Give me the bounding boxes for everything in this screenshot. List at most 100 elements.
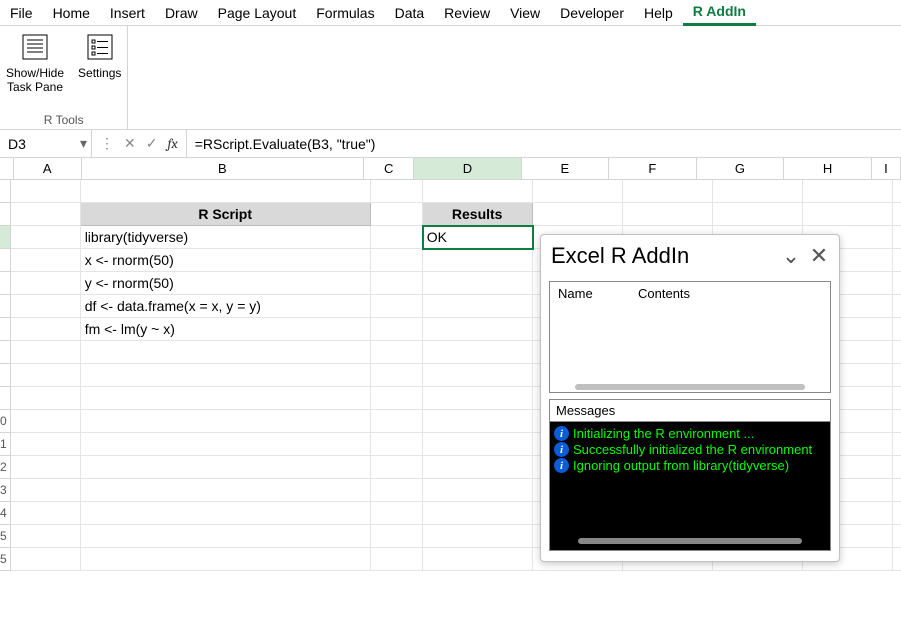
messages-list[interactable]: i Initializing the R environment ... i S… — [550, 422, 830, 550]
cell-C12[interactable] — [371, 433, 423, 456]
cell-B4[interactable]: x <- rnorm(50) — [81, 249, 371, 272]
cell-I3[interactable] — [893, 226, 901, 249]
row-header-9[interactable] — [0, 364, 11, 387]
environment-body[interactable] — [550, 305, 830, 382]
col-header-E[interactable]: E — [522, 158, 610, 180]
cell-A9[interactable] — [11, 364, 81, 387]
cell-D11[interactable] — [423, 410, 533, 433]
dots-icon[interactable]: ⋮ — [100, 135, 114, 152]
tab-help[interactable]: Help — [634, 1, 683, 25]
cell-A13[interactable] — [11, 456, 81, 479]
cell-A6[interactable] — [11, 295, 81, 318]
cell-D9[interactable] — [423, 364, 533, 387]
cell-C11[interactable] — [371, 410, 423, 433]
cell-I9[interactable] — [893, 364, 901, 387]
col-header-A[interactable]: A — [14, 158, 82, 180]
tab-view[interactable]: View — [500, 1, 550, 25]
cell-B5[interactable]: y <- rnorm(50) — [81, 272, 371, 295]
show-hide-task-pane-button[interactable]: Show/Hide Task Pane — [6, 30, 64, 111]
cell-A10[interactable] — [11, 387, 81, 410]
cell-F2[interactable] — [623, 203, 713, 226]
cell-B13[interactable] — [81, 456, 371, 479]
cell-B7[interactable]: fm <- lm(y ~ x) — [81, 318, 371, 341]
cell-A15[interactable] — [11, 502, 81, 525]
tab-insert[interactable]: Insert — [100, 1, 155, 25]
tab-data[interactable]: Data — [385, 1, 435, 25]
col-header-I[interactable]: I — [872, 158, 901, 180]
messages-scrollbar[interactable] — [554, 536, 826, 546]
cell-D15[interactable] — [423, 502, 533, 525]
cell-C7[interactable] — [371, 318, 423, 341]
cell-G1[interactable] — [713, 180, 803, 203]
cell-D10[interactable] — [423, 387, 533, 410]
cell-D6[interactable] — [423, 295, 533, 318]
cell-D5[interactable] — [423, 272, 533, 295]
cell-A3[interactable] — [11, 226, 81, 249]
cell-B15[interactable] — [81, 502, 371, 525]
cell-A7[interactable] — [11, 318, 81, 341]
tab-file[interactable]: File — [6, 1, 43, 25]
cell-B8[interactable] — [81, 341, 371, 364]
col-header-F[interactable]: F — [609, 158, 697, 180]
commit-icon[interactable]: ✓ — [146, 135, 158, 152]
cell-A5[interactable] — [11, 272, 81, 295]
col-header-C[interactable]: C — [364, 158, 415, 180]
cancel-icon[interactable]: ✕ — [124, 135, 136, 152]
cell-I15[interactable] — [893, 502, 901, 525]
row-header-10[interactable] — [0, 387, 11, 410]
cell-C4[interactable] — [371, 249, 423, 272]
cell-C1[interactable] — [371, 180, 423, 203]
cell-I13[interactable] — [893, 456, 901, 479]
cell-D1[interactable] — [423, 180, 533, 203]
cell-A2[interactable] — [11, 203, 81, 226]
cell-D12[interactable] — [423, 433, 533, 456]
cell-H1[interactable] — [803, 180, 893, 203]
cell-B16[interactable] — [81, 525, 371, 548]
tab-home[interactable]: Home — [43, 1, 100, 25]
row-header-11[interactable]: 0 — [0, 410, 11, 433]
settings-button[interactable]: Settings — [78, 30, 121, 111]
cell-I5[interactable] — [893, 272, 901, 295]
cell-A12[interactable] — [11, 433, 81, 456]
col-header-D[interactable]: D — [414, 158, 521, 180]
cell-C15[interactable] — [371, 502, 423, 525]
cell-D13[interactable] — [423, 456, 533, 479]
cell-H2[interactable] — [803, 203, 893, 226]
formula-input[interactable] — [187, 130, 901, 157]
cell-D8[interactable] — [423, 341, 533, 364]
cell-A16[interactable] — [11, 525, 81, 548]
tab-formulas[interactable]: Formulas — [306, 1, 384, 25]
scrollbar-thumb-icon[interactable] — [578, 538, 801, 544]
cell-C2[interactable] — [371, 203, 423, 226]
cell-I11[interactable] — [893, 410, 901, 433]
tab-draw[interactable]: Draw — [155, 1, 208, 25]
chevron-down-icon[interactable]: ⌄ — [781, 243, 801, 269]
cell-D17[interactable] — [423, 548, 533, 571]
fx-icon[interactable]: fx — [167, 135, 177, 152]
cell-D4[interactable] — [423, 249, 533, 272]
cell-A8[interactable] — [11, 341, 81, 364]
cell-G2[interactable] — [713, 203, 803, 226]
cell-I8[interactable] — [893, 341, 901, 364]
cell-I16[interactable] — [893, 525, 901, 548]
row-header-7[interactable] — [0, 318, 11, 341]
cell-B1[interactable] — [81, 180, 371, 203]
row-header-14[interactable]: 3 — [0, 479, 11, 502]
row-header-1[interactable] — [0, 180, 11, 203]
cell-B14[interactable] — [81, 479, 371, 502]
cell-D7[interactable] — [423, 318, 533, 341]
cell-C13[interactable] — [371, 456, 423, 479]
cell-B9[interactable] — [81, 364, 371, 387]
tab-review[interactable]: Review — [434, 1, 500, 25]
cell-C14[interactable] — [371, 479, 423, 502]
cell-C9[interactable] — [371, 364, 423, 387]
cell-C8[interactable] — [371, 341, 423, 364]
cell-D16[interactable] — [423, 525, 533, 548]
cell-I17[interactable] — [893, 548, 901, 571]
cell-B2[interactable]: R Script — [81, 203, 371, 226]
row-header-8[interactable] — [0, 341, 11, 364]
cell-C16[interactable] — [371, 525, 423, 548]
cell-A4[interactable] — [11, 249, 81, 272]
cell-C10[interactable] — [371, 387, 423, 410]
cell-E1[interactable] — [533, 180, 623, 203]
